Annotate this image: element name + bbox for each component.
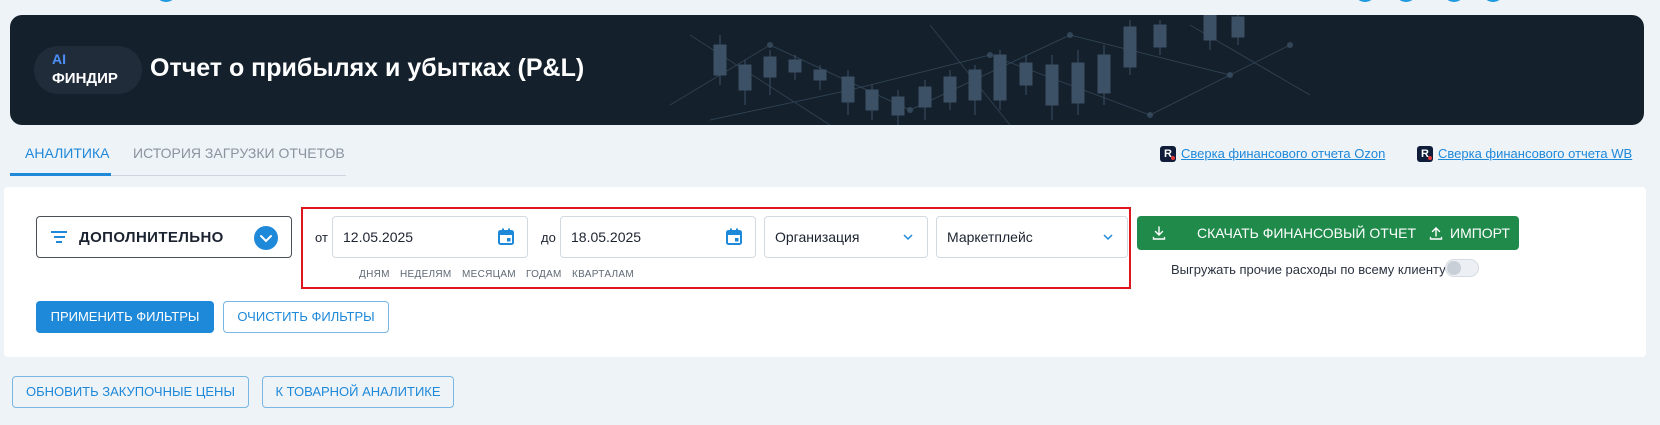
apply-filters-button[interactable]: ПРИМЕНИТЬ ФИЛЬТРЫ [36, 301, 214, 333]
tab-analytics[interactable]: АНАЛИТИКА [25, 145, 109, 161]
chevron-down-icon [1103, 234, 1113, 241]
date-to-field[interactable]: 18.05.2025 [560, 216, 756, 258]
calendar-icon[interactable] [497, 228, 515, 246]
marketplace-placeholder: Маркетплейс [947, 229, 1033, 245]
filter-icon [51, 231, 67, 246]
date-to-value: 18.05.2025 [571, 229, 642, 245]
granularity-days[interactable]: ДНЯМ [359, 269, 390, 280]
export-other-expenses-label: Выгружать прочие расходы по всему клиент… [1171, 262, 1446, 277]
organization-select[interactable]: Организация [764, 216, 928, 258]
chevron-down-icon [254, 226, 278, 250]
r-logo-icon: R [1417, 146, 1433, 162]
import-button[interactable]: ИМПОРТ [1450, 225, 1510, 241]
calendar-icon[interactable] [725, 228, 743, 246]
badge-ai-text: AI [52, 51, 66, 67]
granularity-quarters[interactable]: КВАРТАЛАМ [572, 269, 634, 280]
date-from-label: от [315, 230, 328, 245]
r-logo-icon: R [1160, 146, 1176, 162]
download-icon[interactable] [1151, 225, 1167, 241]
ozon-link-label: Сверка финансового отчета Ozon [1181, 146, 1386, 161]
download-import-button-group: СКАЧАТЬ ФИНАНСОВЫЙ ОТЧЕТ ИМПОРТ [1137, 216, 1519, 250]
tab-upload-history[interactable]: ИСТОРИЯ ЗАГРУЗКИ ОТЧЕТОВ [133, 145, 345, 161]
report-tabs: АНАЛИТИКА ИСТОРИЯ ЗАГРУЗКИ ОТЧЕТОВ [10, 143, 346, 176]
download-report-button[interactable]: СКАЧАТЬ ФИНАНСОВЫЙ ОТЧЕТ [1197, 225, 1416, 241]
toolbar-icon[interactable] [1395, 0, 1417, 2]
toolbar-icon[interactable] [1443, 0, 1465, 2]
date-from-value: 12.05.2025 [343, 229, 414, 245]
badge-findir-text: ФИНДИР [52, 70, 118, 87]
organization-placeholder: Организация [775, 229, 860, 245]
top-toolbar-remnants [0, 0, 1660, 2]
additional-filters-label: ДОПОЛНИТЕЛЬНО [79, 229, 224, 246]
chevron-down-icon [903, 234, 913, 241]
toolbar-icon[interactable] [1354, 0, 1376, 2]
page-title: Отчет о прибылях и убытках (P&L) [150, 54, 585, 82]
avatar-icon[interactable] [155, 0, 177, 2]
marketplace-select[interactable]: Маркетплейс [936, 216, 1128, 258]
product-analytics-button[interactable]: К ТОВАРНОЙ АНАЛИТИКЕ [262, 376, 454, 408]
upload-icon[interactable] [1428, 225, 1444, 241]
wb-link-label: Сверка финансового отчета WB [1438, 146, 1633, 161]
ozon-reconciliation-link[interactable]: R Сверка финансового отчета Ozon [1160, 146, 1386, 162]
clear-filters-button[interactable]: ОЧИСТИТЬ ФИЛЬТРЫ [223, 301, 389, 333]
export-other-expenses-toggle[interactable] [1445, 259, 1479, 277]
toggle-knob [1447, 261, 1461, 275]
granularity-years[interactable]: ГОДАМ [526, 269, 562, 280]
granularity-months[interactable]: МЕСЯЦАМ [462, 269, 516, 280]
date-from-field[interactable]: 12.05.2025 [332, 216, 528, 258]
granularity-weeks[interactable]: НЕДЕЛЯМ [400, 269, 452, 280]
additional-filters-dropdown[interactable]: ДОПОЛНИТЕЛЬНО [36, 216, 292, 258]
active-tab-indicator [10, 173, 111, 176]
date-to-label: до [541, 230, 556, 245]
page-header-banner: AI ФИНДИР Отчет о прибылях и убытках (P&… [10, 15, 1644, 125]
toolbar-icon[interactable] [1482, 0, 1504, 2]
ai-findir-badge: AI ФИНДИР [34, 46, 142, 94]
wb-reconciliation-link[interactable]: R Сверка финансового отчета WB [1417, 146, 1633, 162]
update-purchase-prices-button[interactable]: ОБНОВИТЬ ЗАКУПОЧНЫЕ ЦЕНЫ [12, 376, 249, 408]
